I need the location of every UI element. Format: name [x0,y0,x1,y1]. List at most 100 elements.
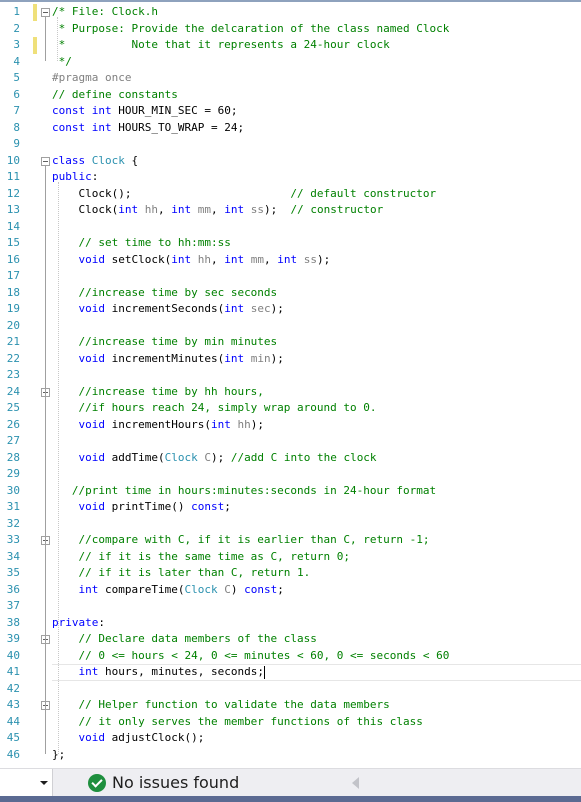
code-text: void adjustClock(); [78,731,205,744]
code-text: //compare with C, if it is earlier than … [78,533,430,546]
line-number: 45 [6,731,20,744]
code-text: Clock(int hh, int mm, int ss); // constr… [52,203,384,216]
code-line[interactable]: 42 [0,681,581,698]
code-line[interactable]: 33 //compare with C, if it is earlier th… [0,532,581,549]
code-text: //increase time by sec seconds [78,285,278,299]
fold-region-line [45,17,46,61]
code-text: void incrementMinutes(int min); [78,351,284,365]
line-number: 32 [6,516,20,530]
line-number: 22 [6,351,20,365]
code-line[interactable]: 17 [0,268,581,285]
issues-text: No issues found [112,773,240,792]
code-line[interactable]: 36 int compareTime(Clock C) const; [0,582,581,599]
code-line[interactable]: 41 int hours, minutes, seconds; [0,664,581,681]
code-line[interactable]: 15 // set time to hh:mm:ss [0,235,581,252]
code-line[interactable]: 20 [0,318,581,335]
line-number: 34 [6,549,20,563]
code-line[interactable]: 45 void adjustClock(); [0,730,581,747]
zoom-dropdown[interactable] [0,769,53,797]
line-number: 38 [6,615,20,629]
line-number: 11 [6,170,20,183]
code-text: // if it is the same time as C, return 0… [78,549,351,563]
code-line[interactable]: 11 public: [0,169,581,186]
code-line[interactable]: 39 // Declare data members of the class [0,631,581,648]
code-editor[interactable]: 1 /* File: Clock.h 2 * Purpose: Provide th… [0,2,581,768]
code-line[interactable]: 24 //increase time by hh hours, [0,384,581,401]
fold-region-line [45,545,46,589]
line-number: 1 [13,5,20,18]
line-number: 9 [13,137,20,150]
code-text: * Note that it represents a 24-hour cloc… [52,38,390,51]
change-marker [33,4,37,21]
code-line[interactable]: 5 #pragma once [0,70,581,87]
code-line[interactable]: 3 * Note that it represents a 24-hour cl… [0,37,581,54]
code-text: void incrementHours(int hh); [78,417,264,431]
chevron-down-icon[interactable] [40,781,48,785]
status-bar: No issues found [0,768,581,797]
code-line[interactable]: 4 */ [0,54,581,71]
fold-region-line [45,644,46,671]
code-line[interactable]: 31 void printTime() const; [0,499,581,516]
code-line[interactable]: 37 [0,598,581,615]
collapse-toggle-icon[interactable] [41,8,50,17]
line-number: 44 [6,714,20,728]
code-line[interactable]: 12 Clock(); // default constructor [0,186,581,203]
line-number: 28 [6,450,20,464]
code-line[interactable]: 40 // 0 <= hours < 24, 0 <= minutes < 60… [0,648,581,665]
collapse-toggle-icon[interactable] [41,156,50,166]
code-text: private: [52,615,105,629]
line-number: 6 [13,87,20,101]
code-line[interactable]: 34 // if it is the same time as C, retur… [0,549,581,566]
fold-region-line [45,710,46,737]
code-text: // Helper function to validate the data … [78,698,390,711]
code-text: // 0 <= hours < 24, 0 <= minutes < 60, 0… [78,648,450,662]
line-number: 29 [6,467,20,480]
code-line[interactable]: 7 const int HOUR_MIN_SEC = 60; [0,103,581,120]
issues-indicator[interactable]: No issues found [88,773,239,792]
code-text: * Purpose: Provide the delcaration of th… [52,21,450,35]
line-number: 26 [6,417,20,431]
line-number: 2 [13,21,20,35]
code-line[interactable]: 25 //if hours reach 24, simply wrap arou… [0,400,581,417]
code-line[interactable]: 43 // Helper function to validate the da… [0,697,581,714]
line-number: 37 [6,599,20,612]
code-line[interactable]: 6 // define constants [0,87,581,104]
code-line[interactable]: 46}; [0,747,581,764]
code-line[interactable]: 2 * Purpose: Provide the delcaration of … [0,21,581,38]
change-marker [33,37,37,54]
scroll-left-arrow-icon[interactable] [352,777,359,789]
line-number: 27 [6,434,20,447]
code-line[interactable]: 21 //increase time by min minutes [0,334,581,351]
code-line[interactable]: 16 void setClock(int hh, int mm, int ss)… [0,252,581,269]
code-text: Clock(); // default constructor [52,186,437,200]
code-line[interactable]: 29 [0,466,581,483]
code-line[interactable]: 23 [0,367,581,384]
code-line[interactable]: 26 void incrementHours(int hh); [0,417,581,434]
code-line[interactable]: 32 [0,516,581,533]
code-line[interactable]: 44 // it only serves the member function… [0,714,581,731]
code-text: class Clock { [52,153,139,167]
code-text: // Declare data members of the class [78,632,317,645]
code-line[interactable]: 8 const int HOURS_TO_WRAP = 24; [0,120,581,137]
line-number: 14 [6,219,20,233]
code-line[interactable]: 38 private: [0,615,581,632]
code-line[interactable]: 13 Clock(int hh, int mm, int ss); // con… [0,202,581,219]
code-line[interactable]: 9 [0,136,581,153]
code-line[interactable]: 14 [0,219,581,236]
fold-region-line [45,396,46,424]
code-line[interactable]: 28 void addTime(Clock C); //add C into t… [0,450,581,467]
code-line[interactable]: 10 class Clock { [0,153,581,170]
code-line[interactable]: 35 // if it is later than C, return 1. [0,565,581,582]
code-line[interactable]: 22 void incrementMinutes(int min); [0,351,581,368]
line-number: 21 [6,335,20,348]
code-line[interactable]: 30 //print time in hours:minutes:seconds… [0,483,581,500]
code-line[interactable]: 27 [0,433,581,450]
code-text: // it only serves the member functions o… [78,714,423,728]
code-line[interactable]: 18 //increase time by sec seconds [0,285,581,302]
code-line[interactable]: 1 /* File: Clock.h [0,4,581,21]
line-number: 25 [6,401,20,414]
bottom-border [0,796,581,802]
line-number: 19 [6,302,20,315]
line-number: 17 [6,269,20,282]
code-line[interactable]: 19 void incrementSeconds(int sec); [0,301,581,318]
